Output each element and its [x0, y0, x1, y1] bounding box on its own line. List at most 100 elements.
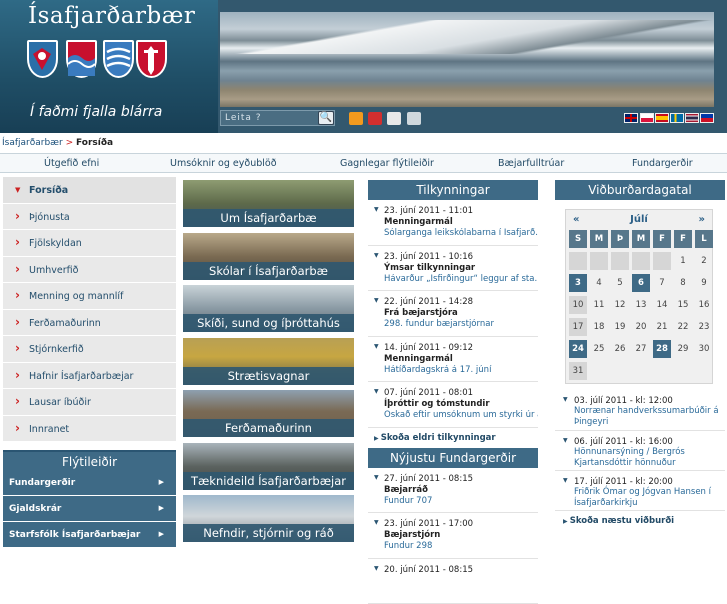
event-link[interactable]: Friðrik Ómar og Jógvan Hansen í Ísafjarð…	[563, 487, 725, 509]
event-date: 17. júlí 2011 - kl: 20:00	[563, 477, 725, 487]
tile-label: Tæknideild Ísafjarðarbæjar	[183, 472, 354, 490]
email-icon[interactable]	[387, 112, 401, 125]
uk-flag-icon[interactable]	[624, 113, 638, 123]
minutes-item[interactable]: 23. júní 2011 - 17:00BæjarstjórnFundur 2…	[368, 513, 538, 559]
pdf-icon[interactable]	[368, 112, 382, 125]
breadcrumb-home[interactable]: Ísafjarðarbær	[2, 138, 63, 148]
event-link[interactable]: Norrænar handverkssumarbúðir á Þingeyri	[563, 406, 725, 428]
sidebar-item-forsida[interactable]: Forsíða	[3, 177, 176, 204]
calendar-day: 20	[632, 318, 650, 336]
news-item[interactable]: 23. júní 2011 - 11:01MenningarmálSólarga…	[368, 200, 538, 246]
search-button[interactable]: 🔍	[318, 111, 334, 125]
isafjordur-crest-icon	[66, 40, 97, 78]
site-title[interactable]: Ísafjarðarbær	[28, 3, 195, 29]
tile-label: Ferðamaðurinn	[183, 419, 354, 437]
breadcrumb-separator: >	[66, 138, 74, 148]
sidebar-item-hafnir[interactable]: Hafnir Ísafjarðarbæjar	[3, 363, 176, 390]
nav-umsoknir[interactable]: Umsóknir og eyðublöð	[170, 158, 277, 169]
calendar-day: 2	[695, 252, 713, 270]
news-link[interactable]: 298. fundur bæjarstjórnar	[374, 319, 538, 329]
news-link[interactable]: Óskað eftir umsóknum um styrki úr af..	[374, 410, 538, 420]
calendar-day: 17	[569, 318, 587, 336]
shortcut-gjaldskrar[interactable]: Gjaldskrár	[3, 496, 176, 522]
sidebar-item-fjolskyldan[interactable]: Fjölskyldan	[3, 230, 176, 257]
news-category: Ýmsar tilkynningar	[374, 263, 538, 273]
news-item[interactable]: 14. júní 2011 - 09:12MenningarmálHátíðar…	[368, 337, 538, 383]
sidebar-item-thjonusta[interactable]: Þjónusta	[3, 204, 176, 231]
nav-baejarfulltruar[interactable]: Bæjarfulltrúar	[498, 158, 564, 169]
tile-label: Skíði, sund og íþróttahús	[183, 314, 354, 332]
nav-utgefid-efni[interactable]: Útgefið efni	[44, 158, 99, 169]
tile-taeknideild[interactable]: Tæknideild Ísafjarðarbæjar	[183, 443, 354, 490]
tile-nefndir[interactable]: Nefndir, stjórnir og ráð	[183, 495, 354, 542]
tile-skolar[interactable]: Skólar í Ísafjarðarbæ	[183, 233, 354, 280]
sudureyri-crest-icon	[136, 40, 167, 78]
sidebar-item-ferdamadurinn[interactable]: Ferðamaðurinn	[3, 310, 176, 337]
calendar-day: 16	[695, 296, 713, 314]
news-link[interactable]: Hátíðardagskrá á 17. júní	[374, 365, 538, 375]
sidebar-item-stjornkerfid[interactable]: Stjórnkerfið	[3, 336, 176, 363]
news-category: Frá bæjarstjóra	[374, 308, 538, 318]
minutes-item[interactable]: 27. júní 2011 - 08:15BæjarráðFundur 707	[368, 468, 538, 514]
calendar-day	[653, 252, 671, 270]
sidebar-item-lausar-ibudir[interactable]: Lausar íbúðir	[3, 389, 176, 416]
poland-flag-icon[interactable]	[640, 113, 654, 123]
calendar-weekday: S	[569, 230, 587, 248]
shortcut-fundargerdir[interactable]: Fundargerðir	[3, 470, 176, 496]
more-announcements-link[interactable]: Skoða eldri tilkynningar	[368, 428, 538, 446]
tile-um-isafjardarbae[interactable]: Um Ísafjarðarbæ	[183, 180, 354, 227]
tile-ferdamadurinn[interactable]: Ferðamaðurinn	[183, 390, 354, 437]
event-date: 03. júlí 2011 - kl: 12:00	[563, 396, 725, 406]
calendar-day[interactable]: 3	[569, 274, 587, 292]
minutes-item[interactable]: 20. júní 2011 - 08:15	[368, 559, 538, 604]
spain-flag-icon[interactable]	[655, 113, 669, 123]
print-icon[interactable]	[407, 112, 421, 125]
calendar-day[interactable]: 24	[569, 340, 587, 358]
calendar-day: 15	[674, 296, 692, 314]
calendar-day: 31	[569, 362, 587, 380]
sidebar-item-umhverfid[interactable]: Umhverfið	[3, 257, 176, 284]
news-date: 22. júní 2011 - 14:28	[374, 297, 538, 307]
event-item[interactable]: 17. júlí 2011 - kl: 20:00Friðrik Ómar og…	[555, 471, 725, 511]
event-item[interactable]: 03. júlí 2011 - kl: 12:00Norrænar handve…	[555, 390, 725, 431]
events-heading: Viðburðardagatal	[555, 180, 725, 200]
news-date: 07. júní 2011 - 08:01	[374, 388, 538, 398]
announcements-panel: Tilkynningar 23. júní 2011 - 11:01Mennin…	[368, 180, 538, 604]
calendar-day: 18	[590, 318, 608, 336]
breadcrumb-current: Forsíða	[76, 138, 113, 148]
sidebar-item-menning[interactable]: Menning og mannlíf	[3, 283, 176, 310]
tile-skidi-sund[interactable]: Skíði, sund og íþróttahús	[183, 285, 354, 332]
nav-fundargerdir[interactable]: Fundargerðir	[632, 158, 693, 169]
philippines-flag-icon[interactable]	[700, 113, 714, 123]
sidebar-item-innranet[interactable]: Innranet	[3, 416, 176, 443]
flateyri-crest-icon	[27, 40, 58, 78]
events-panel: Viðburðardagatal « Júlí » SMÞMFFL1234567…	[555, 180, 725, 529]
thailand-flag-icon[interactable]	[685, 113, 699, 123]
event-link[interactable]: Hönnunarsýning / Bergrós Kjartansdóttir …	[563, 447, 725, 469]
sweden-flag-icon[interactable]	[670, 113, 684, 123]
calendar-day[interactable]: 28	[653, 340, 671, 358]
minutes-link[interactable]: Fundur 707	[374, 496, 538, 506]
calendar-next-button[interactable]: »	[699, 210, 705, 230]
news-link[interactable]: Hávarður „Ísfirðingur“ leggur af sta..	[374, 274, 538, 284]
news-link[interactable]: Sólarganga leikskólabarna í Ísafjarð..	[374, 228, 538, 238]
news-item[interactable]: 07. júní 2011 - 08:01Íþróttir og tómstun…	[368, 382, 538, 428]
nav-flytileidir[interactable]: Gagnlegar flýtileiðir	[340, 158, 434, 169]
more-events-link[interactable]: Skoða næstu viðburði	[555, 511, 725, 529]
calendar-day	[611, 252, 629, 270]
minutes-link[interactable]: Fundur 298	[374, 541, 538, 551]
shortcut-starfsfolk[interactable]: Starfsfólk Ísafjarðarbæjar	[3, 522, 176, 548]
event-item[interactable]: 06. júlí 2011 - kl: 16:00Hönnunarsýning …	[555, 431, 725, 471]
feature-tiles: Um Ísafjarðarbæ Skólar í Ísafjarðarbæ Sk…	[183, 180, 354, 548]
news-item[interactable]: 23. júní 2011 - 10:16Ýmsar tilkynningarH…	[368, 246, 538, 292]
breadcrumb: Ísafjarðarbær > Forsíða	[2, 138, 113, 148]
rss-icon[interactable]	[349, 112, 363, 125]
news-item[interactable]: 22. júní 2011 - 14:28Frá bæjarstjóra298.…	[368, 291, 538, 337]
minutes-date: 20. júní 2011 - 08:15	[374, 565, 538, 575]
calendar-day[interactable]: 6	[632, 274, 650, 292]
calendar-weekday: Þ	[611, 230, 629, 248]
tile-straetisvagnar[interactable]: Strætisvagnar	[183, 338, 354, 385]
minutes-heading: Nýjustu Fundargerðir	[368, 448, 538, 468]
sidebar: Forsíða Þjónusta Fjölskyldan Umhverfið M…	[3, 177, 176, 548]
calendar-weekday: M	[632, 230, 650, 248]
